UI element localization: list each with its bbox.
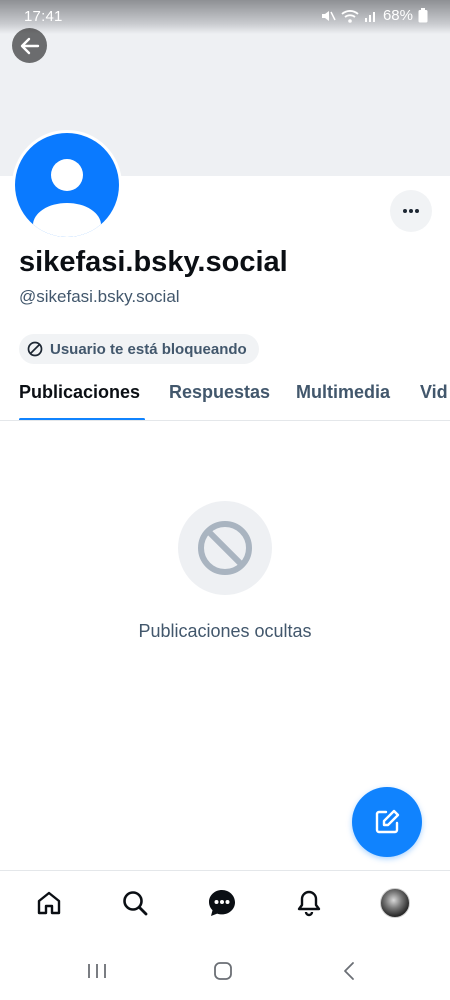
- recent-apps-icon: [88, 964, 106, 978]
- home-system-button[interactable]: [208, 956, 238, 986]
- home-square-icon: [214, 962, 232, 980]
- default-avatar-icon: [15, 133, 119, 237]
- back-system-button[interactable]: [334, 956, 364, 986]
- recent-apps-button[interactable]: [82, 956, 112, 986]
- more-options-button[interactable]: [390, 190, 432, 232]
- tab-publicaciones[interactable]: Publicaciones: [19, 382, 140, 403]
- status-icons: 68%: [320, 7, 428, 24]
- profile-handle: @sikefasi.bsky.social: [19, 287, 180, 306]
- user-avatar: [380, 888, 410, 918]
- compose-post-button[interactable]: [352, 787, 422, 857]
- chat-icon: [209, 890, 235, 916]
- nav-search[interactable]: [117, 885, 153, 921]
- bell-icon: [297, 890, 321, 917]
- arrow-left-icon: [20, 37, 39, 54]
- status-time: 17:41: [24, 8, 63, 25]
- tab-multimedia[interactable]: Multimedia: [296, 382, 390, 403]
- wifi-icon: [341, 9, 359, 23]
- display-name: sikefasi.bsky.social: [19, 246, 288, 278]
- nav-profile[interactable]: [377, 885, 413, 921]
- battery-icon: [418, 8, 428, 23]
- profile-tabs: Publicaciones Respuestas Multimedia Vid: [0, 366, 450, 421]
- nav-home[interactable]: [31, 885, 67, 921]
- status-bar: 17:41 68%: [0, 0, 450, 34]
- empty-state-icon-container: [178, 501, 272, 595]
- ellipsis-icon: [403, 209, 419, 213]
- blocked-label: Usuario te está bloqueando: [50, 340, 247, 358]
- blocked-badge: Usuario te está bloqueando: [19, 334, 259, 364]
- signal-icon: [364, 11, 375, 22]
- chevron-left-icon: [344, 962, 354, 980]
- back-button[interactable]: [12, 28, 47, 63]
- nav-chat[interactable]: [204, 885, 240, 921]
- system-navigation-bar: [0, 940, 450, 1000]
- tab-videos[interactable]: Vid: [420, 382, 448, 403]
- battery-percent: 68%: [382, 7, 413, 24]
- bottom-navigation: [0, 870, 450, 940]
- compose-icon: [375, 809, 400, 834]
- profile-avatar[interactable]: [12, 130, 122, 240]
- mute-icon: [321, 10, 336, 21]
- tab-respuestas[interactable]: Respuestas: [169, 382, 270, 403]
- search-icon: [123, 891, 148, 916]
- active-tab-indicator: [19, 418, 145, 420]
- block-icon: [27, 341, 43, 357]
- home-icon: [37, 891, 61, 915]
- nav-notifications[interactable]: [291, 885, 327, 921]
- empty-state-message: Publicaciones ocultas: [138, 621, 312, 641]
- prohibited-icon: [198, 521, 252, 575]
